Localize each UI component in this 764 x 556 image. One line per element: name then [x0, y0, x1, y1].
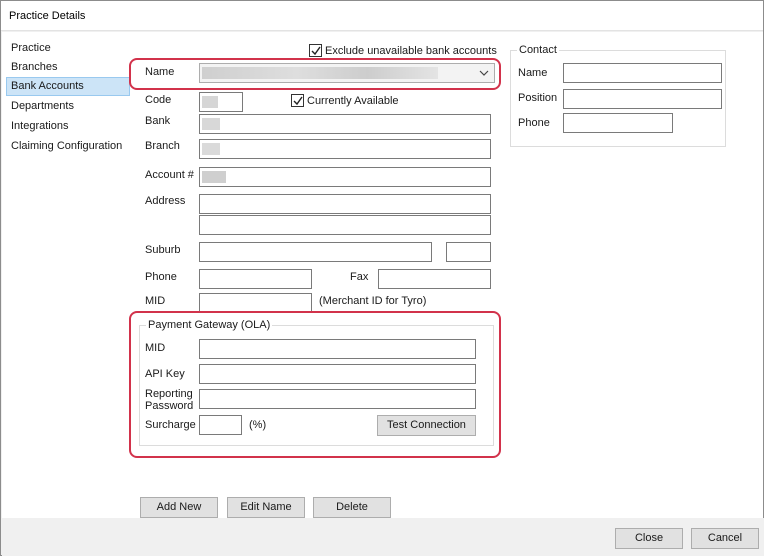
fax-input[interactable] — [378, 269, 491, 289]
exclude-unavailable-label: Exclude unavailable bank accounts — [325, 45, 497, 57]
window-title: Practice Details — [9, 10, 86, 22]
practice-details-window: Practice Details Practice Branches Bank … — [0, 0, 764, 556]
title-bar: Practice Details — [1, 1, 763, 31]
bank-input[interactable] — [199, 114, 491, 134]
contact-title: Contact — [517, 44, 559, 56]
mid-hint: (Merchant ID for Tyro) — [319, 295, 427, 307]
sidebar-item-integrations[interactable]: Integrations — [6, 117, 130, 136]
contact-position-input[interactable] — [563, 89, 722, 109]
edit-name-button[interactable]: Edit Name — [227, 497, 305, 518]
payment-gateway-highlight-box — [129, 311, 501, 458]
checkmark-icon — [311, 46, 321, 56]
code-input[interactable] — [199, 92, 243, 112]
address-line2-input[interactable] — [199, 215, 491, 235]
fax-label: Fax — [350, 271, 369, 283]
postcode-input[interactable] — [446, 242, 491, 262]
dialog-footer: Close Cancel — [2, 518, 764, 556]
delete-button[interactable]: Delete — [313, 497, 391, 518]
suburb-input[interactable] — [199, 242, 432, 262]
phone-label: Phone — [145, 271, 177, 283]
suburb-label: Suburb — [145, 244, 181, 256]
account-number-label: Account # — [145, 169, 194, 181]
sidebar: Practice Branches Bank Accounts Departme… — [2, 32, 132, 518]
redacted-value — [202, 96, 218, 108]
mid-input[interactable] — [199, 293, 312, 313]
sidebar-item-branches[interactable]: Branches — [6, 58, 130, 77]
sidebar-item-claiming-configuration[interactable]: Claiming Configuration — [6, 137, 130, 156]
sidebar-item-departments[interactable]: Departments — [6, 97, 130, 116]
address-line1-input[interactable] — [199, 194, 491, 214]
contact-name-input[interactable] — [563, 63, 722, 83]
contact-phone-label: Phone — [518, 117, 550, 129]
branch-input[interactable] — [199, 139, 491, 159]
address-label: Address — [145, 195, 186, 207]
redacted-value — [202, 171, 226, 183]
close-button[interactable]: Close — [615, 528, 683, 549]
checkmark-icon — [293, 96, 303, 106]
contact-name-label: Name — [518, 67, 548, 79]
branch-label: Branch — [145, 140, 180, 152]
redacted-value — [202, 118, 220, 130]
contact-phone-input[interactable] — [563, 113, 673, 133]
currently-available-label: Currently Available — [307, 95, 399, 107]
mid-label: MID — [145, 295, 166, 307]
sidebar-item-practice[interactable]: Practice — [6, 39, 130, 58]
redacted-value — [202, 143, 220, 155]
code-label: Code — [145, 94, 172, 106]
currently-available-checkbox[interactable] — [291, 94, 304, 107]
sidebar-item-bank-accounts[interactable]: Bank Accounts — [6, 77, 130, 96]
cancel-button[interactable]: Cancel — [691, 528, 759, 549]
bank-label: Bank — [145, 115, 171, 127]
bank-accounts-panel: Exclude unavailable bank accounts Name C… — [129, 32, 763, 518]
contact-position-label: Position — [518, 92, 558, 104]
name-highlight-box — [129, 58, 501, 90]
account-number-input[interactable] — [199, 167, 491, 187]
exclude-unavailable-checkbox[interactable] — [309, 44, 322, 57]
add-new-button[interactable]: Add New — [140, 497, 218, 518]
phone-input[interactable] — [199, 269, 312, 289]
